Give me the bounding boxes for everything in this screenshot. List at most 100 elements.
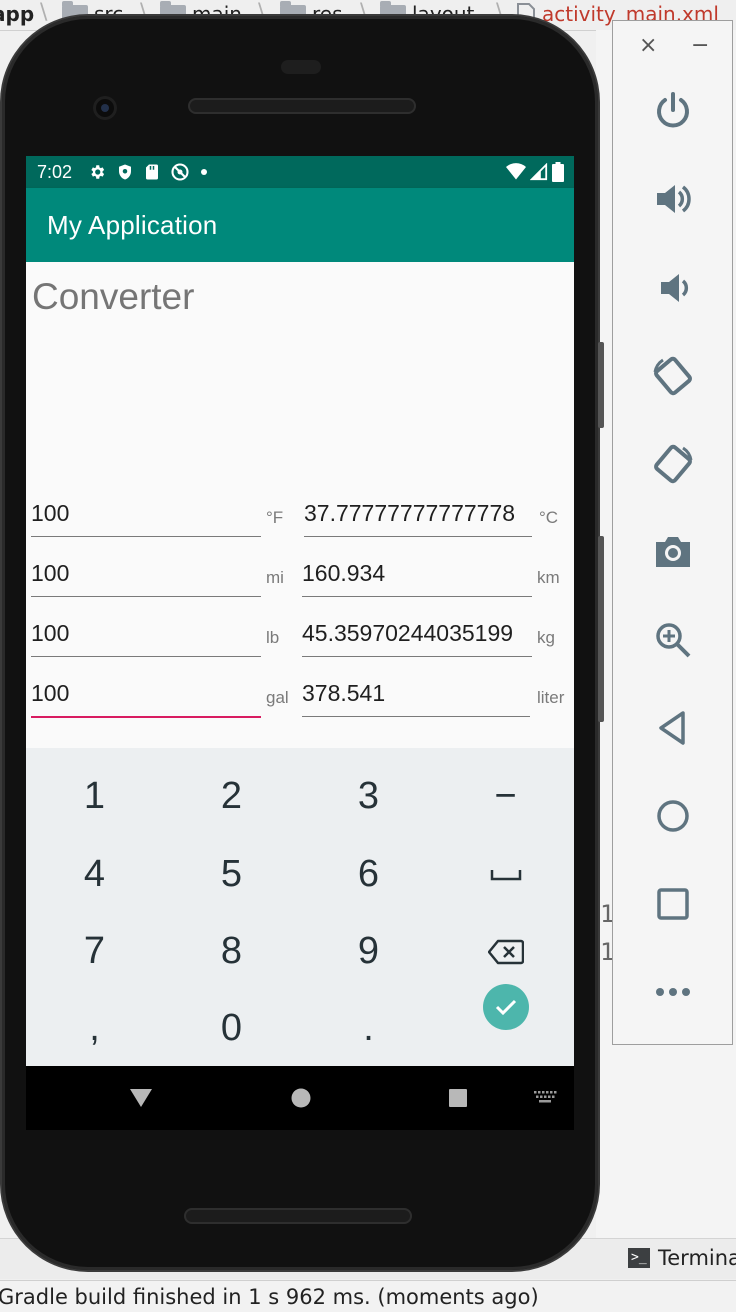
keyboard-icon — [534, 1091, 557, 1103]
ide-status-bar: Gradle build finished in 1 s 962 ms. (mo… — [0, 1280, 736, 1312]
nav-keyboard-button[interactable] — [520, 1066, 570, 1130]
key-done[interactable] — [437, 968, 574, 1045]
key-comma[interactable]: , — [26, 990, 163, 1066]
volume-down-button[interactable] — [613, 258, 732, 318]
dot-icon — [201, 169, 207, 175]
gear-icon — [91, 165, 105, 179]
zoom-button[interactable] — [613, 610, 732, 670]
key-5[interactable]: 5 — [163, 836, 300, 913]
recents-square-icon — [449, 1089, 467, 1107]
device-side-button — [598, 536, 604, 722]
celsius-output[interactable]: 37.77777777777778 — [304, 496, 532, 537]
emulator-toolbar: × − — [612, 20, 733, 1045]
key-8[interactable]: 8 — [163, 913, 300, 990]
key-space[interactable] — [437, 836, 574, 913]
device-speaker-top — [188, 98, 416, 114]
fahrenheit-input[interactable]: 100 — [31, 496, 261, 537]
home-icon — [656, 800, 689, 832]
pounds-input[interactable]: 100 — [31, 616, 261, 657]
emulator-overview-button[interactable] — [613, 874, 732, 934]
battery-icon — [552, 162, 564, 182]
rotate-left-icon — [653, 356, 692, 396]
shield-icon — [119, 164, 131, 180]
volume-up-button[interactable] — [613, 169, 732, 229]
key-1[interactable]: 1 — [26, 758, 163, 835]
liters-output[interactable]: 378.541 — [302, 676, 530, 717]
miles-input[interactable]: 100 — [31, 556, 261, 597]
navigation-bar — [26, 1066, 574, 1130]
status-time: 7:02 — [37, 162, 73, 182]
nav-back-button[interactable] — [106, 1066, 176, 1130]
status-bar: 7:02 — [26, 156, 574, 188]
conversion-row-weight: 100 lb 45.35970244035199 kg — [26, 616, 574, 660]
rotate-left-button[interactable] — [613, 346, 732, 406]
sd-card-icon — [146, 164, 158, 180]
key-2[interactable]: 2 — [163, 758, 300, 835]
volume-down-icon — [660, 274, 688, 302]
emulator-minimize-button[interactable]: − — [691, 33, 709, 58]
home-circle-icon — [291, 1088, 311, 1108]
backspace-icon — [487, 939, 524, 964]
emulator-back-button[interactable] — [613, 698, 732, 758]
key-0[interactable]: 0 — [163, 990, 300, 1066]
pounds-unit-label: lb — [266, 628, 280, 647]
space-icon — [490, 869, 521, 880]
gallons-unit-label: gal — [266, 688, 289, 707]
key-3[interactable]: 3 — [300, 758, 437, 835]
system-icons — [506, 162, 564, 182]
key-minus[interactable]: − — [437, 758, 574, 835]
device-sensor — [281, 60, 321, 74]
numeric-keyboard: 1 2 3 − 4 5 6 7 8 9 , 0 . — [26, 748, 574, 1066]
page-title: Converter — [32, 276, 195, 317]
breadcrumb-separator: \ — [40, 0, 48, 25]
back-triangle-icon — [130, 1089, 152, 1107]
nav-home-button[interactable] — [266, 1066, 336, 1130]
sync-disabled-icon — [171, 163, 189, 181]
kilometers-output[interactable]: 160.934 — [302, 556, 532, 597]
power-button[interactable] — [613, 81, 732, 141]
emulator-more-button[interactable] — [613, 962, 732, 1022]
overview-icon — [656, 888, 689, 920]
done-button[interactable] — [482, 983, 529, 1030]
app-title: My Application — [47, 210, 218, 240]
key-9[interactable]: 9 — [300, 913, 437, 990]
signal-icon — [530, 163, 548, 181]
conversion-row-volume: 100 gal 378.541 liter — [26, 676, 574, 720]
front-camera — [93, 96, 117, 120]
kilograms-output[interactable]: 45.35970244035199 — [302, 616, 532, 657]
miles-unit-label: mi — [266, 568, 284, 587]
terminal-icon: >_ — [628, 1248, 650, 1268]
more-icon — [655, 988, 690, 996]
kilograms-unit-label: kg — [537, 628, 555, 647]
device-screen: 7:02 My Application Converter 100 °F 37.… — [26, 156, 574, 1066]
celsius-unit-label: °C — [539, 508, 559, 527]
notification-icons — [88, 161, 208, 183]
power-icon — [656, 92, 689, 128]
rotate-right-button[interactable] — [613, 434, 732, 494]
converter-content: Converter 100 °F 37.77777777777778 °C 10… — [26, 262, 574, 748]
camera-icon — [655, 537, 690, 567]
app-bar: My Application — [26, 188, 574, 262]
emulator-home-button[interactable] — [613, 786, 732, 846]
key-7[interactable]: 7 — [26, 913, 163, 990]
screenshot-button[interactable] — [613, 522, 732, 582]
breadcrumb-item-app[interactable]: app — [0, 2, 34, 26]
checkmark-icon — [495, 999, 516, 1015]
fahrenheit-unit-label: °F — [266, 508, 284, 527]
device-side-button — [598, 342, 604, 428]
emulator-close-button[interactable]: × — [639, 33, 657, 58]
back-icon — [658, 711, 685, 745]
nav-recents-button[interactable] — [423, 1066, 493, 1130]
rotate-right-icon — [653, 444, 692, 484]
liters-unit-label: liter — [537, 688, 565, 707]
wifi-icon — [506, 163, 526, 180]
key-4[interactable]: 4 — [26, 836, 163, 913]
gallons-input[interactable]: 100 — [31, 676, 261, 718]
conversion-row-distance: 100 mi 160.934 km — [26, 556, 574, 600]
terminal-tab[interactable]: >_ Terminal — [628, 1246, 736, 1270]
volume-up-icon — [656, 185, 691, 213]
conversion-row-temperature: 100 °F 37.77777777777778 °C — [26, 496, 574, 540]
key-6[interactable]: 6 — [300, 836, 437, 913]
ide-window: app \ src \ main \ res \ layout \ activi… — [0, 0, 736, 1312]
key-period[interactable]: . — [300, 990, 437, 1066]
